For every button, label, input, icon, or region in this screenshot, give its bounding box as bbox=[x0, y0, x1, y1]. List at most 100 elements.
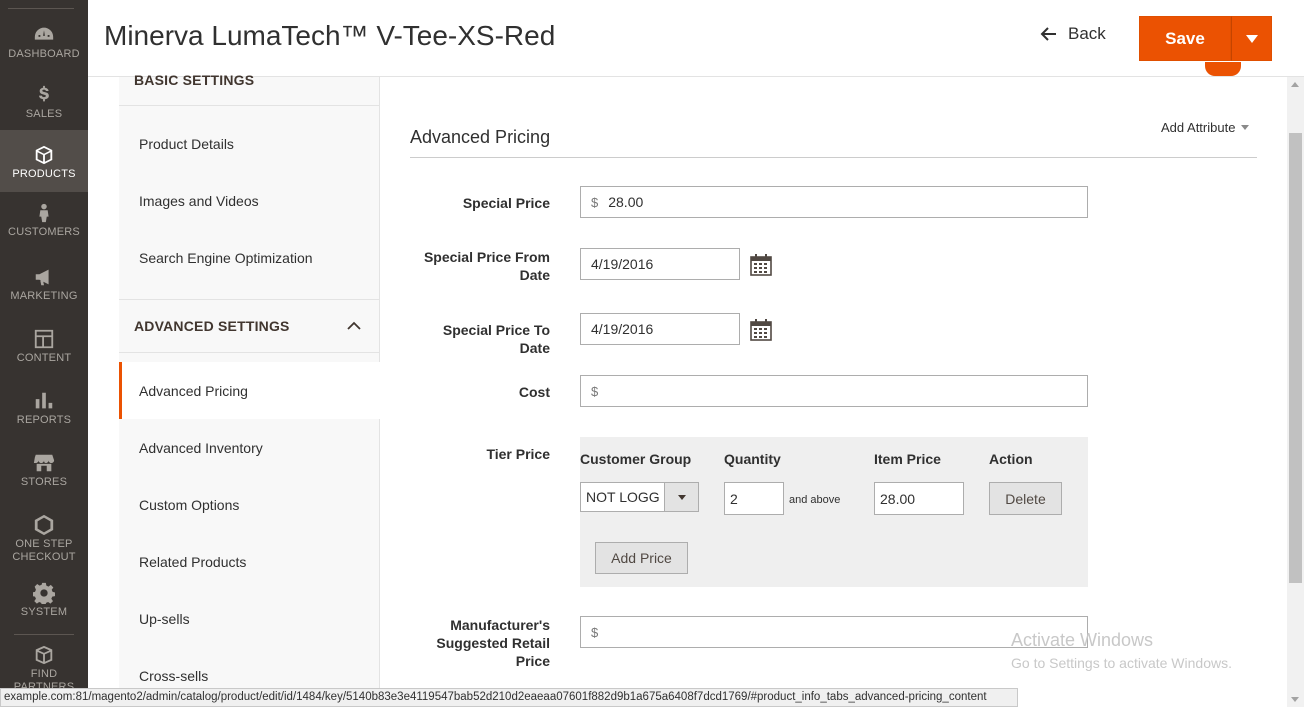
nav-content[interactable]: CONTENT bbox=[0, 316, 88, 378]
watermark-line1: Activate Windows bbox=[1011, 630, 1154, 650]
product-tabs: BASIC SETTINGS Product Details Images an… bbox=[119, 72, 380, 707]
scroll-up-icon[interactable] bbox=[1291, 82, 1299, 87]
nav-products[interactable]: PRODUCTS bbox=[0, 130, 88, 192]
calendar-icon[interactable] bbox=[750, 254, 772, 276]
add-attribute-button[interactable]: Add Attribute bbox=[1161, 120, 1250, 135]
nav-reports[interactable]: REPORTS bbox=[0, 378, 88, 440]
dashboard-icon bbox=[0, 24, 88, 48]
tab-related-products[interactable]: Related Products bbox=[119, 533, 380, 590]
special-price-input[interactable]: $ 28.00 bbox=[580, 186, 1088, 218]
tab-images-videos[interactable]: Images and Videos bbox=[119, 172, 380, 229]
divider bbox=[119, 352, 380, 353]
watermark-line2: Go to Settings to activate Windows. bbox=[1011, 655, 1232, 671]
scrollbar-thumb[interactable] bbox=[1289, 133, 1302, 583]
nav-label: MARKETING bbox=[10, 290, 78, 302]
special-from-label: Special Price From Date bbox=[410, 248, 550, 284]
status-bar-url: example.com:81/magento2/admin/catalog/pr… bbox=[0, 688, 1018, 707]
item-price-value: 28.00 bbox=[880, 490, 916, 507]
special-from-label-line2: Date bbox=[519, 267, 550, 283]
col-quantity: Quantity bbox=[724, 451, 781, 467]
chevron-up-icon[interactable] bbox=[347, 321, 361, 331]
chevron-down-icon bbox=[1245, 34, 1258, 43]
customer-group-value: NOT LOGG bbox=[586, 489, 660, 505]
col-customer-group: Customer Group bbox=[580, 451, 692, 467]
tab-advanced-pricing[interactable]: Advanced Pricing bbox=[119, 362, 380, 419]
customer-group-select[interactable]: NOT LOGG bbox=[580, 482, 699, 512]
cost-input[interactable]: $ bbox=[580, 375, 1088, 407]
caret-down-icon bbox=[677, 494, 686, 500]
nav-one-step-checkout[interactable]: ONE STEP CHECKOUT bbox=[0, 502, 88, 570]
tab-up-sells[interactable]: Up-sells bbox=[119, 590, 380, 647]
nav-label: STORES bbox=[20, 476, 68, 488]
msrp-label: Manufacturer's Suggested Retail Price bbox=[410, 616, 550, 670]
section-title: Advanced Pricing bbox=[410, 127, 551, 147]
save-options-toggle[interactable] bbox=[1231, 16, 1272, 61]
page-scrollbar[interactable] bbox=[1287, 77, 1304, 707]
bar-chart-icon bbox=[0, 390, 88, 414]
msrp-label-line3: Price bbox=[515, 653, 550, 669]
nav-label: ONE STEP bbox=[15, 538, 73, 550]
quantity-input[interactable]: 2 bbox=[724, 482, 784, 515]
col-item-price: Item Price bbox=[874, 451, 941, 467]
nav-label: DASHBOARD bbox=[8, 48, 80, 60]
special-price-value: 28.00 bbox=[608, 194, 644, 210]
person-icon bbox=[0, 202, 88, 226]
nav-sales[interactable]: SALES bbox=[0, 76, 88, 138]
nav-label: SALES bbox=[25, 108, 63, 120]
msrp-label-line1: Manufacturer's bbox=[450, 617, 550, 633]
msrp-label-line2: Suggested Retail bbox=[436, 635, 550, 651]
divider bbox=[119, 105, 380, 106]
nav-label: CHECKOUT bbox=[12, 551, 76, 563]
nav-dashboard[interactable]: DASHBOARD bbox=[0, 14, 88, 76]
tier-price-label: Tier Price bbox=[486, 446, 550, 462]
add-price-button[interactable]: Add Price bbox=[595, 542, 688, 574]
nav-customers[interactable]: CUSTOMERS bbox=[0, 192, 88, 254]
advanced-settings-heading[interactable]: ADVANCED SETTINGS bbox=[134, 318, 290, 334]
section-divider bbox=[410, 157, 1257, 158]
hexagon-icon bbox=[0, 514, 88, 538]
tab-advanced-inventory[interactable]: Advanced Inventory bbox=[119, 419, 380, 476]
special-to-value: 4/19/2016 bbox=[591, 321, 654, 337]
currency-symbol: $ bbox=[591, 383, 599, 399]
nav-label: CUSTOMERS bbox=[8, 226, 80, 238]
tab-seo[interactable]: Search Engine Optimization bbox=[119, 229, 380, 286]
special-from-value: 4/19/2016 bbox=[591, 256, 654, 272]
admin-menu: DASHBOARD SALES PRODUCTS CUSTOMERS MARKE… bbox=[0, 0, 88, 707]
nav-stores[interactable]: STORES bbox=[0, 440, 88, 502]
layout-icon bbox=[0, 328, 88, 352]
cube-icon bbox=[0, 144, 88, 168]
nav-label: PRODUCTS bbox=[12, 168, 76, 180]
save-button[interactable]: Save bbox=[1139, 16, 1231, 61]
back-button[interactable]: Back bbox=[1040, 24, 1106, 44]
special-from-date-input[interactable]: 4/19/2016 bbox=[580, 248, 740, 280]
menu-top-divider bbox=[8, 8, 74, 9]
special-price-label: Special Price bbox=[462, 195, 550, 211]
nav-label: REPORTS bbox=[16, 414, 72, 426]
delete-button[interactable]: Delete bbox=[989, 482, 1062, 515]
item-price-input[interactable]: 28.00 bbox=[874, 482, 964, 515]
nav-find-partners[interactable]: FIND PARTNERS bbox=[0, 632, 88, 694]
arrow-left-icon bbox=[1040, 27, 1056, 41]
basic-settings-heading[interactable]: BASIC SETTINGS bbox=[134, 72, 254, 88]
nav-label: CONTENT bbox=[16, 352, 72, 364]
dollar-icon bbox=[0, 84, 88, 108]
special-from-label-line1: Special Price From bbox=[423, 249, 550, 265]
gear-icon bbox=[0, 582, 88, 606]
activate-windows-watermark: Activate Windows Go to Settings to activ… bbox=[1011, 630, 1232, 671]
col-action: Action bbox=[989, 451, 1033, 467]
toggle-switch[interactable] bbox=[1205, 62, 1241, 76]
nav-marketing[interactable]: MARKETING bbox=[0, 254, 88, 316]
nav-system[interactable]: SYSTEM bbox=[0, 570, 88, 632]
divider bbox=[119, 299, 380, 300]
special-to-date-input[interactable]: 4/19/2016 bbox=[580, 313, 740, 345]
tab-product-details[interactable]: Product Details bbox=[119, 115, 380, 172]
tab-custom-options[interactable]: Custom Options bbox=[119, 476, 380, 533]
scroll-down-icon[interactable] bbox=[1291, 697, 1299, 702]
calendar-icon[interactable] bbox=[750, 319, 772, 341]
megaphone-icon bbox=[0, 266, 88, 290]
storefront-icon bbox=[0, 452, 88, 476]
select-arrow bbox=[664, 483, 698, 511]
add-attribute-label: Add Attribute bbox=[1161, 120, 1236, 135]
cost-label: Cost bbox=[518, 384, 550, 400]
nav-label: SYSTEM bbox=[20, 606, 68, 618]
